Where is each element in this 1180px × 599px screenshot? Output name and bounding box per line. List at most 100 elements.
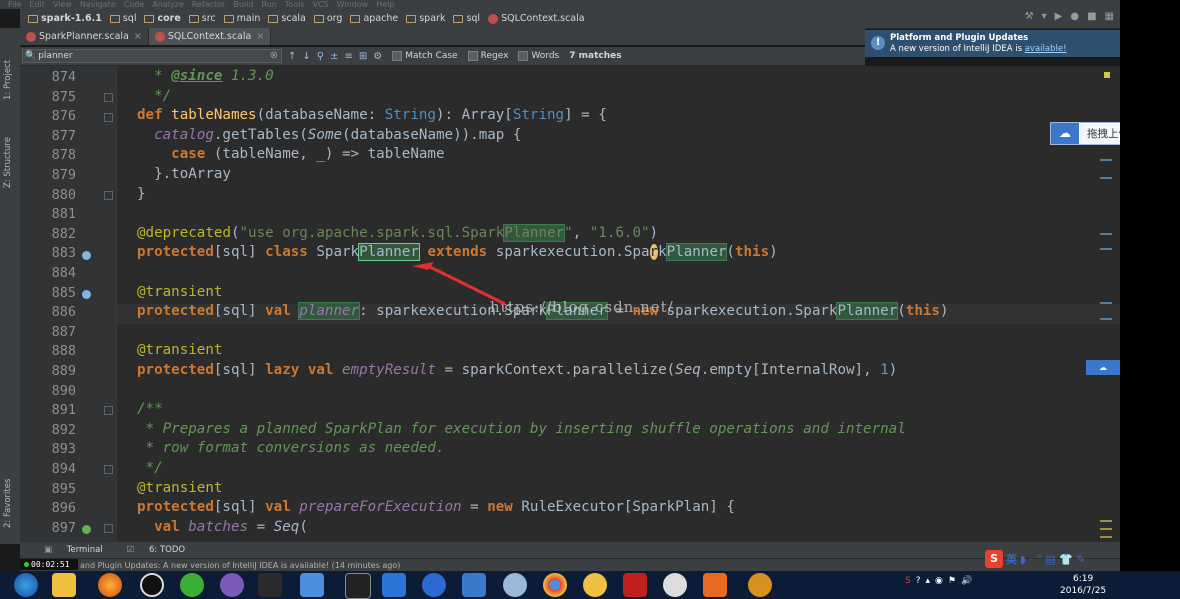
marker[interactable] bbox=[1100, 528, 1112, 530]
settings-icon[interactable]: ⚙ bbox=[373, 51, 382, 62]
breadcrumb-item[interactable]: main bbox=[223, 13, 260, 24]
status-message[interactable]: and Plugin Updates: A new version of Int… bbox=[80, 561, 400, 570]
k-app-icon[interactable] bbox=[422, 573, 446, 597]
sogou-tray-icon[interactable]: S bbox=[905, 576, 911, 586]
breadcrumb-item[interactable]: src bbox=[188, 13, 216, 24]
folder-icon bbox=[453, 14, 464, 23]
code-editor[interactable]: 874 875 876 877 878 879 880 881 882 883 … bbox=[20, 66, 1120, 542]
main-menu-bar[interactable]: File Edit View Navigate Code Analyze Refactor B… bbox=[0, 0, 1120, 9]
powerpoint-icon[interactable] bbox=[703, 573, 727, 597]
input-method-bar[interactable]: S 英 ◗ ⋅ ° ▤ 👕 ✎ bbox=[985, 550, 1120, 568]
ime-toolbar-icons[interactable]: ◗ ⋅ ° ▤ 👕 ✎ bbox=[1020, 553, 1086, 566]
tab-spark-planner[interactable]: SparkPlanner.scala × bbox=[20, 28, 149, 45]
marker[interactable] bbox=[1100, 520, 1112, 522]
fold-icon[interactable] bbox=[104, 113, 113, 122]
scala-file-icon bbox=[26, 31, 36, 42]
breadcrumb-item[interactable]: apache bbox=[350, 13, 398, 24]
search-field[interactable]: 🔍 ⊗ bbox=[22, 49, 282, 63]
marker[interactable] bbox=[1100, 536, 1112, 538]
words-checkbox[interactable]: Words bbox=[518, 51, 559, 61]
breadcrumb-item[interactable]: scala bbox=[268, 13, 306, 24]
favorites-tool-button[interactable]: 2: Favorites bbox=[3, 479, 13, 528]
available-link[interactable]: available! bbox=[1025, 44, 1067, 54]
todo-tool-button[interactable]: ☑ 6: TODO bbox=[115, 545, 185, 555]
find-all-icon[interactable]: ⚲ bbox=[317, 51, 324, 62]
match-marker[interactable] bbox=[1100, 248, 1112, 250]
help-icon[interactable]: ? bbox=[916, 576, 921, 586]
ime-language[interactable]: 英 bbox=[1006, 551, 1017, 567]
app-icon[interactable] bbox=[300, 573, 324, 597]
intellij-icon[interactable] bbox=[345, 573, 371, 599]
cloud-app-icon[interactable] bbox=[462, 573, 486, 597]
breadcrumb-item[interactable]: org bbox=[313, 13, 342, 24]
expand-tray-icon[interactable]: ▴ bbox=[926, 576, 931, 586]
notes-icon[interactable] bbox=[382, 573, 406, 597]
breadcrumb-item[interactable]: sql bbox=[109, 13, 136, 24]
app-icon[interactable] bbox=[748, 573, 772, 597]
regex-checkbox[interactable]: Regex bbox=[467, 51, 508, 61]
debug-icon[interactable]: ● bbox=[1070, 11, 1079, 22]
filter-icon[interactable]: ⊞ bbox=[359, 51, 367, 62]
match-marker[interactable] bbox=[1100, 177, 1112, 179]
volume-icon[interactable]: 🔊 bbox=[961, 576, 972, 586]
previous-match-icon[interactable]: ↑ bbox=[288, 51, 296, 62]
breadcrumb-item-file[interactable]: SQLContext.scala bbox=[488, 13, 585, 24]
breadcrumb-item-project[interactable]: spark-1.6.1 bbox=[28, 13, 102, 24]
network-tray-icon[interactable]: ◉ bbox=[935, 576, 943, 586]
warning-marker[interactable] bbox=[1104, 72, 1110, 78]
match-marker[interactable] bbox=[1100, 318, 1112, 320]
match-marker[interactable] bbox=[1100, 159, 1112, 161]
system-tray[interactable]: S ? ▴ ◉ ⚑ 🔊 bbox=[905, 576, 972, 586]
notification-title: Platform and Plugin Updates bbox=[890, 33, 1029, 43]
run-config-dropdown-icon[interactable]: ▾ bbox=[1042, 11, 1047, 22]
fold-icon[interactable] bbox=[104, 406, 113, 415]
match-marker[interactable] bbox=[1100, 302, 1112, 304]
record-icon[interactable] bbox=[140, 573, 164, 597]
line-number: 888 bbox=[51, 343, 76, 360]
tab-sql-context[interactable]: SQLContext.scala × bbox=[148, 28, 272, 45]
fold-icon[interactable] bbox=[104, 93, 113, 102]
fold-icon[interactable] bbox=[104, 191, 113, 200]
match-marker[interactable] bbox=[1100, 233, 1112, 235]
wechat-icon[interactable] bbox=[180, 573, 204, 597]
clear-search-icon[interactable]: ⊗ bbox=[270, 50, 278, 61]
project-tool-button[interactable]: 1: Project bbox=[3, 60, 13, 100]
breadcrumb-item[interactable]: core bbox=[144, 13, 181, 24]
app-icon[interactable] bbox=[623, 573, 647, 597]
overrides-marker-icon[interactable] bbox=[82, 251, 91, 260]
overrides-marker-icon[interactable] bbox=[82, 290, 91, 299]
fold-icon[interactable] bbox=[104, 524, 113, 533]
qq-icon[interactable] bbox=[583, 573, 607, 597]
project-structure-icon[interactable]: ▦ bbox=[1105, 11, 1114, 22]
cloud-upload-icon[interactable]: ☁ bbox=[1086, 360, 1120, 375]
structure-tool-button[interactable]: Z: Structure bbox=[3, 137, 13, 188]
stop-icon[interactable]: ■ bbox=[1087, 11, 1096, 22]
firefox-icon[interactable] bbox=[98, 573, 122, 597]
add-selection-icon[interactable]: ± bbox=[330, 51, 338, 62]
select-all-occurrences-icon[interactable]: ≡ bbox=[345, 51, 353, 62]
fold-icon[interactable] bbox=[104, 465, 113, 474]
close-icon[interactable]: × bbox=[256, 31, 264, 42]
build-icon[interactable]: ⚒ bbox=[1025, 11, 1034, 22]
chrome-icon[interactable] bbox=[543, 573, 567, 597]
eclipse-icon[interactable] bbox=[220, 573, 244, 597]
explorer-icon[interactable] bbox=[52, 573, 76, 597]
terminal-tool-button[interactable]: ▣ Terminal bbox=[32, 545, 103, 555]
run-icon[interactable]: ▶ bbox=[1055, 11, 1063, 22]
match-case-checkbox[interactable]: Match Case bbox=[392, 51, 458, 61]
app-icon[interactable] bbox=[663, 573, 687, 597]
line-number: 891 bbox=[51, 402, 76, 419]
start-button-icon[interactable] bbox=[14, 573, 38, 597]
implemented-marker-icon[interactable] bbox=[82, 525, 91, 534]
network-icon[interactable] bbox=[503, 573, 527, 597]
next-match-icon[interactable]: ↓ bbox=[302, 51, 310, 62]
close-icon[interactable]: × bbox=[134, 31, 142, 42]
terminal-app-icon[interactable] bbox=[258, 573, 282, 597]
update-notification[interactable]: ! Platform and Plugin Updates A new vers… bbox=[865, 30, 1120, 57]
code-line: protected[sql] lazy val emptyResult = sp… bbox=[137, 362, 898, 378]
breadcrumb-item[interactable]: sql bbox=[453, 13, 480, 24]
search-input[interactable] bbox=[36, 51, 261, 61]
flag-icon[interactable]: ⚑ bbox=[948, 576, 956, 586]
breadcrumb-item[interactable]: spark bbox=[406, 13, 445, 24]
system-clock[interactable]: 6:19 2016/7/25 bbox=[1060, 573, 1106, 597]
